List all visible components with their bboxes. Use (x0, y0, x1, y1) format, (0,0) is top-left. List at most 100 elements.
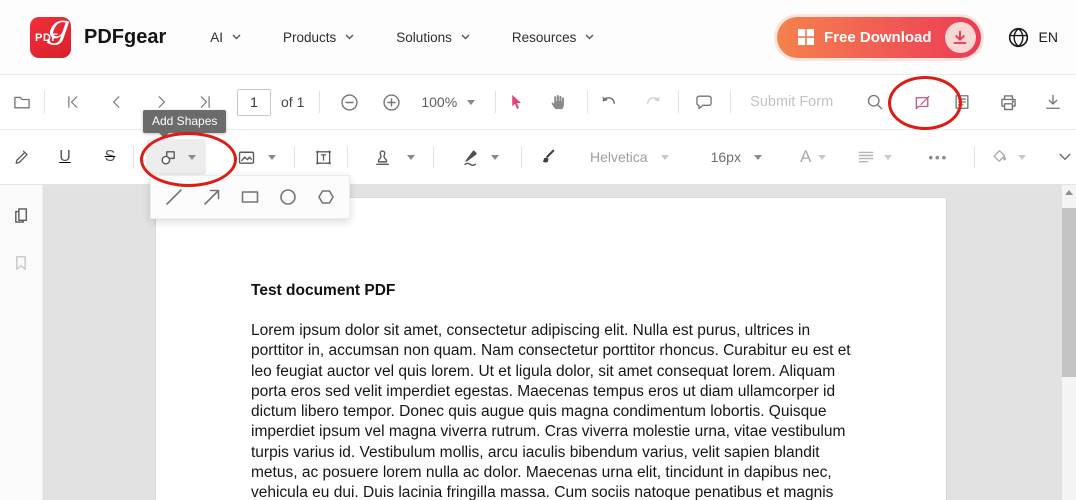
pdfgear-app-window: PDF g PDFgear AI Products Solutions Reso… (0, 0, 1076, 500)
nav-item-products[interactable]: Products (283, 30, 354, 45)
printer-icon (998, 92, 1019, 113)
align-lines-icon (856, 147, 876, 167)
scrollbar-thumb[interactable] (1062, 208, 1076, 377)
select-tool-button[interactable] (500, 86, 532, 118)
toolbar-separator (678, 91, 679, 113)
shape-option-arrow[interactable] (195, 180, 229, 214)
highlighter-pen-icon (12, 147, 32, 167)
chevron-down-icon (461, 34, 470, 40)
zoom-level-select[interactable]: 100% (421, 94, 475, 110)
pdfgear-logo[interactable]: PDF g (30, 17, 71, 58)
textbox-icon (313, 147, 334, 168)
nav-item-resources[interactable]: Resources (512, 30, 595, 45)
free-download-button[interactable]: Free Download (777, 17, 981, 58)
polygon-shape-icon (315, 186, 337, 208)
toolbar-separator (495, 91, 496, 113)
caret-down-icon (467, 100, 475, 105)
fill-color-tool[interactable] (987, 141, 1013, 173)
caret-down-icon (754, 155, 762, 160)
chevron-down-icon (345, 34, 354, 40)
redo-button[interactable] (637, 86, 669, 118)
first-page-icon (64, 93, 82, 111)
toolbar-separator (133, 146, 134, 168)
comment-bubble-icon (694, 92, 714, 112)
header-right-group: Free Download EN (777, 17, 1058, 58)
zoom-in-button[interactable] (375, 86, 407, 118)
font-color-label: A (800, 147, 811, 167)
highlight-tool-button[interactable] (6, 141, 38, 173)
download-file-button[interactable] (1037, 86, 1069, 118)
language-globe-icon[interactable] (1007, 26, 1030, 49)
nav-item-ai[interactable]: AI (210, 30, 241, 45)
strikethrough-tool-button[interactable]: S (94, 141, 126, 173)
first-page-button[interactable] (57, 86, 89, 118)
shape-option-rectangle[interactable] (233, 180, 267, 214)
underline-tool-button[interactable]: U (49, 141, 81, 173)
paint-bucket-icon (990, 147, 1010, 167)
cursor-select-icon (506, 92, 526, 112)
undo-button[interactable] (593, 86, 625, 118)
underline-label: U (59, 148, 71, 166)
pdf-page[interactable]: Test document PDF Lorem ipsum dolor sit … (155, 197, 947, 500)
download-icon (1043, 92, 1063, 112)
folder-icon (12, 92, 32, 112)
shape-option-circle[interactable] (271, 180, 305, 214)
more-tools-button[interactable]: ••• (922, 141, 954, 173)
thumbnails-panel-button[interactable] (6, 200, 36, 230)
toolbar-separator (319, 91, 320, 113)
stamp-icon (372, 147, 393, 168)
caret-down-icon (818, 155, 826, 160)
text-align-tool[interactable] (854, 141, 878, 173)
add-image-tool-button[interactable] (230, 141, 262, 173)
comment-tool-button[interactable] (688, 86, 720, 118)
circle-shape-icon (277, 186, 299, 208)
add-shapes-tool-button[interactable] (146, 139, 206, 175)
nav-item-solutions[interactable]: Solutions (396, 30, 470, 45)
logo-script-g: g (46, 8, 72, 45)
signature-pen-icon (461, 147, 482, 168)
collapse-toolbar-button[interactable] (1049, 141, 1076, 173)
rectangle-shape-icon (239, 186, 261, 208)
download-button-label: Free Download (824, 29, 932, 46)
page-number-input[interactable] (237, 89, 271, 116)
zoom-out-button[interactable] (333, 86, 365, 118)
triangle-up-icon (1065, 190, 1073, 195)
stamp-tool-button[interactable] (366, 141, 398, 173)
tooltip-text: Add Shapes (152, 114, 217, 128)
chevron-right-icon (152, 93, 170, 111)
open-file-button[interactable] (6, 86, 38, 118)
shape-option-polygon[interactable] (309, 180, 343, 214)
zoom-out-icon (339, 92, 360, 113)
more-dots-icon: ••• (928, 150, 948, 165)
main-nav: AI Products Solutions Resources (210, 30, 594, 45)
caret-down-icon[interactable] (407, 155, 415, 160)
windows-logo-icon (798, 29, 814, 45)
bookmarks-panel-button[interactable] (6, 248, 36, 278)
hand-pan-tool-button[interactable] (542, 86, 574, 118)
language-selector[interactable]: EN (1039, 29, 1058, 45)
signature-tool-button[interactable] (455, 141, 487, 173)
edit-annotation-toolbar-button[interactable] (906, 86, 938, 118)
chevron-down-icon (585, 34, 594, 40)
add-shapes-tooltip: Add Shapes (143, 110, 226, 133)
freehand-draw-tool-button[interactable] (530, 141, 562, 173)
previous-page-button[interactable] (101, 86, 133, 118)
search-button[interactable] (859, 86, 891, 118)
left-side-panel (0, 185, 43, 500)
font-family-select[interactable]: Helvetica (590, 149, 669, 165)
caret-down-icon[interactable] (268, 155, 276, 160)
scroll-up-button[interactable] (1062, 185, 1076, 200)
font-color-tool[interactable]: A (800, 147, 826, 167)
page-thumbnails-button[interactable] (946, 86, 978, 118)
edit-annotation-icon (912, 92, 933, 113)
add-textbox-tool-button[interactable] (307, 141, 339, 173)
shape-option-line[interactable] (157, 180, 191, 214)
document-paragraph: Lorem ipsum dolor sit amet, consectetur … (251, 321, 851, 500)
submit-form-button[interactable]: Submit Form (750, 94, 833, 110)
caret-down-icon[interactable] (491, 155, 499, 160)
vertical-scrollbar[interactable] (1062, 185, 1076, 500)
toolbar-separator (44, 91, 45, 113)
font-size-select[interactable]: 16px (711, 149, 762, 165)
print-button[interactable] (992, 86, 1024, 118)
toolbar-separator (974, 146, 975, 168)
